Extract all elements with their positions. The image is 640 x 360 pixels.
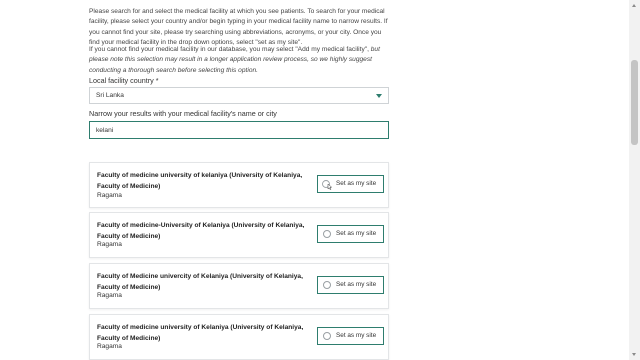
- add-facility-note: If you cannot find your medical facility…: [89, 45, 389, 76]
- search-label: Narrow your results with your medical fa…: [89, 109, 277, 118]
- set-as-my-site-label: Set as my site: [336, 281, 377, 288]
- result-name: Faculty of medicine university of kelani…: [97, 172, 303, 190]
- loading-cursor-icon: [322, 180, 333, 190]
- result-name: Faculty of Medicine univercity of Kelani…: [97, 273, 303, 291]
- radio-icon: [323, 230, 331, 238]
- country-select-value: Sri Lanka: [96, 92, 124, 99]
- result-name: Faculty of medicine-University of Kelani…: [97, 222, 305, 240]
- result-city: Ragama: [97, 241, 122, 248]
- result-card: Faculty of medicine university of kelani…: [89, 162, 389, 208]
- instructions-paragraph: Please search for and select the medical…: [89, 8, 388, 47]
- result-card: Faculty of medicine university of Kelani…: [89, 314, 389, 360]
- chevron-down-icon: [376, 94, 382, 98]
- country-select[interactable]: Sri Lanka: [89, 87, 389, 104]
- scroll-down-arrow-icon[interactable]: [632, 353, 636, 356]
- result-city: Ragama: [97, 292, 122, 299]
- scroll-up-arrow-icon[interactable]: [632, 4, 636, 7]
- set-as-my-site-button[interactable]: Set as my site: [317, 327, 384, 345]
- result-city: Ragama: [97, 192, 122, 199]
- facility-search-input[interactable]: [89, 121, 389, 139]
- result-name: Faculty of medicine university of Kelani…: [97, 324, 304, 342]
- set-as-my-site-button[interactable]: Set as my site: [317, 225, 384, 243]
- set-as-my-site-button[interactable]: Set as my site: [317, 276, 384, 294]
- add-facility-note-text: If you cannot find your medical facility…: [89, 46, 371, 53]
- scrollbar-thumb[interactable]: [631, 60, 638, 145]
- radio-icon: [323, 332, 331, 340]
- set-as-my-site-button[interactable]: Set as my site: [317, 175, 384, 193]
- radio-icon: [323, 281, 331, 289]
- set-as-my-site-label: Set as my site: [336, 230, 377, 237]
- set-as-my-site-label: Set as my site: [336, 180, 377, 187]
- result-card: Faculty of Medicine univercity of Kelani…: [89, 263, 389, 309]
- result-card: Faculty of medicine-University of Kelani…: [89, 212, 389, 258]
- country-label: Local facility country *: [89, 76, 159, 85]
- set-as-my-site-label: Set as my site: [336, 332, 377, 339]
- page-scrollbar[interactable]: [629, 0, 640, 360]
- result-city: Ragama: [97, 343, 122, 350]
